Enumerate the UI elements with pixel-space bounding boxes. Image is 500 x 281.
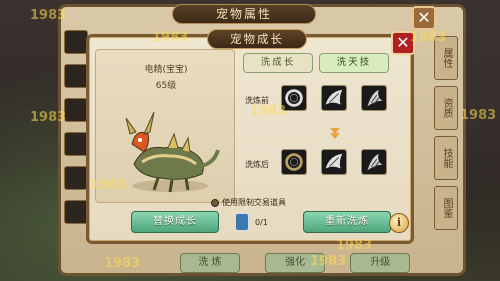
replace-growth-button[interactable]: 替换成长 [131,211,219,233]
pet-dragon-figure [125,111,220,193]
tab-wash[interactable]: 洗 炼 [180,253,240,273]
ring-skill-icon [285,153,303,171]
tab-wash-skill[interactable]: 洗天技 [319,53,389,73]
tab-strengthen[interactable]: 强化 [265,253,326,273]
pet-list-slot[interactable] [64,30,88,54]
pet-growth-dialog: 宠物成长 ✕ 电精(宝宝) 65级 洗成长 洗天技 洗炼前 洗炼后 使用限制交易… [86,29,415,244]
skill-slot-after-3[interactable] [361,149,387,175]
pet-list-slot[interactable] [64,64,88,88]
claw-skill-icon [367,153,383,171]
claw-skill-icon [367,89,383,107]
pet-level: 65级 [155,81,177,91]
skill-slot-before-3[interactable] [361,85,387,111]
before-label: 洗炼前 [245,96,269,105]
restricted-item-checkbox[interactable]: 使用限制交易道具 [211,197,286,208]
wing-skill-icon [325,153,343,169]
wing-skill-icon [325,89,343,105]
outer-bottom-tabs: 洗 炼 强化 升级 [180,250,430,273]
info-button[interactable]: i [389,213,409,233]
pet-list-slot[interactable] [64,200,88,224]
after-label: 洗炼后 [245,160,269,169]
skill-slot-before-2[interactable] [321,85,347,111]
pet-list-slot[interactable] [64,98,88,122]
tab-aptitude[interactable]: 资质 [434,86,458,130]
outer-right-tabs: 属性 资质 技能 图鉴 [434,36,460,236]
checkbox-indicator[interactable] [211,198,219,207]
checkbox-label: 使用限制交易道具 [222,198,286,207]
skill-slot-after-1[interactable] [281,149,307,175]
tab-wash-growth[interactable]: 洗成长 [243,53,313,73]
tab-upgrade[interactable]: 升级 [350,253,411,273]
tab-skills[interactable]: 技能 [434,136,458,180]
ring-skill-icon [285,89,303,107]
arrow-down-icon [330,128,340,139]
tab-codex[interactable]: 图鉴 [434,186,458,230]
dialog-close-button[interactable]: ✕ [391,31,415,55]
pet-list-slot[interactable] [64,132,88,156]
pet-list-slot[interactable] [64,166,88,190]
tab-attributes[interactable]: 属性 [434,36,458,80]
pet-preview-pane: 电精(宝宝) 65级 [95,49,235,203]
skill-slot-after-2[interactable] [321,149,347,175]
dialog-title: 宠物成长 [207,29,307,49]
skill-slot-before-1[interactable] [281,85,307,111]
outer-close-button[interactable]: ✕ [412,6,436,30]
potion-item-icon[interactable] [235,213,249,231]
rewash-button[interactable]: 重新洗炼 [303,211,391,233]
item-count: 0/1 [255,218,268,227]
pet-name: 电精(宝宝) [144,65,188,75]
outer-window-title: 宠物属性 [172,4,316,24]
